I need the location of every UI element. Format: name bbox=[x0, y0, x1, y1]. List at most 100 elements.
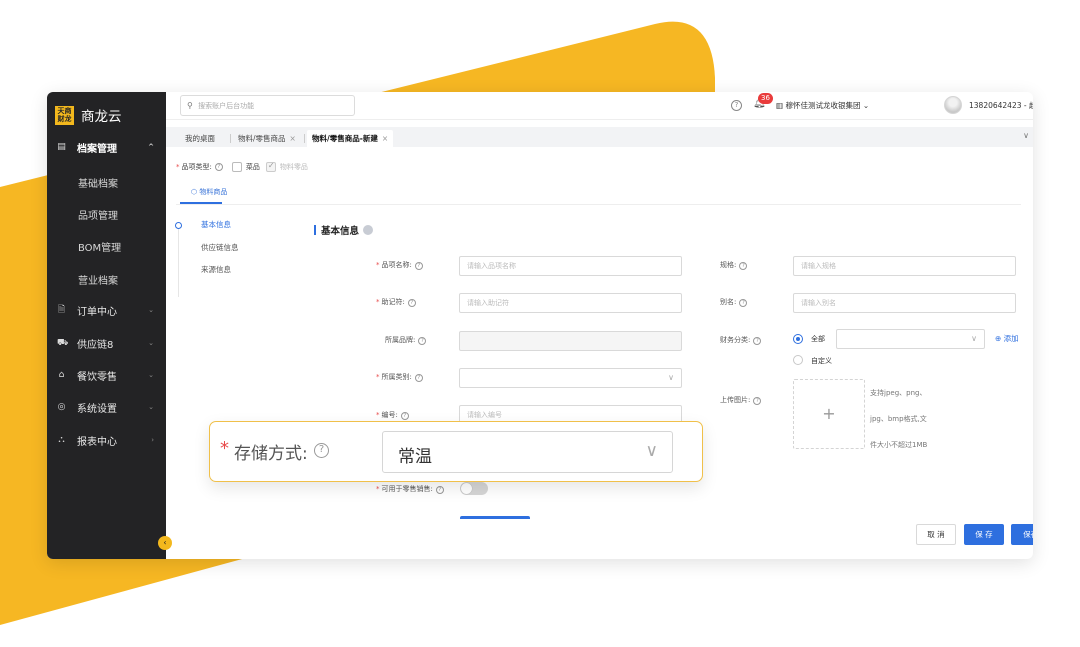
anchor-nav: 基本信息 供应链信息 来源信息 bbox=[175, 219, 268, 297]
plus-icon: + bbox=[822, 404, 836, 423]
sidebar-item-product-mgmt[interactable]: 品项管理 bbox=[78, 207, 118, 222]
save-and-new-button[interactable]: 保存并新建 bbox=[1011, 524, 1033, 545]
notification-badge: 36 bbox=[758, 93, 773, 104]
storage-method-callout: * 存储方式: ? 常温 ∨ bbox=[209, 421, 703, 482]
chevron-up-icon: ^ bbox=[148, 143, 154, 151]
close-icon[interactable]: × bbox=[290, 134, 296, 143]
finance-all-label: 全部 bbox=[811, 335, 825, 343]
image-hint-line: jpg、bmp格式,文 bbox=[870, 415, 927, 423]
section-bar bbox=[314, 225, 316, 235]
tab-label: 物料/零售商品 bbox=[238, 134, 286, 143]
sidebar-group-settings[interactable]: ◎ 系统设置 ⌄ bbox=[47, 391, 166, 423]
chevron-down-icon[interactable]: ∨ bbox=[1023, 131, 1029, 140]
sidebar-group-supply-chain[interactable]: ⛟ 供应链8 ⌄ bbox=[47, 327, 166, 359]
collapse-sidebar-button[interactable]: ‹ bbox=[158, 536, 172, 550]
section-title: 基本信息 bbox=[314, 223, 374, 237]
alias-input[interactable]: 请输入别名 bbox=[793, 293, 1016, 313]
search-input[interactable]: ⚲ 搜索账户后台功能 bbox=[180, 95, 355, 116]
dish-checkbox[interactable] bbox=[231, 162, 242, 172]
sidebar-item-bom-mgmt[interactable]: BOM管理 bbox=[78, 239, 121, 254]
sidebar-item-business-archive[interactable]: 营业档案 bbox=[78, 272, 118, 287]
storage-method-select[interactable]: 常温 ∨ bbox=[382, 431, 673, 473]
spec-input[interactable]: 请输入规格 bbox=[793, 256, 1016, 276]
sidebar-item-basic-archive[interactable]: 基础档案 bbox=[78, 175, 118, 190]
sidebar-group-label: 系统设置 bbox=[77, 403, 117, 415]
chevron-down-icon: ∨ bbox=[645, 441, 658, 461]
help-icon: ? bbox=[214, 163, 223, 171]
dish-label: 菜品 bbox=[245, 163, 260, 171]
store-icon: ⌂ bbox=[58, 369, 65, 380]
tab-label: 我的桌面 bbox=[185, 134, 215, 143]
org-name: 穆怀佳测试龙收银集团 ⌄ bbox=[785, 101, 870, 110]
name-input[interactable]: 请输入品项名称 bbox=[459, 256, 682, 276]
cancel-button[interactable]: 取 消 bbox=[916, 524, 956, 545]
category-select[interactable]: ∨ bbox=[459, 368, 682, 388]
tab-divider bbox=[304, 134, 305, 143]
user-name[interactable]: 13820642423 - 超级管理员 bbox=[969, 100, 1033, 111]
close-icon[interactable]: × bbox=[382, 134, 388, 143]
top-bar: ⚲ 搜索账户后台功能 ? 🔔︎ 36 ▥ 穆怀佳测试龙收银集团 ⌄ 138206… bbox=[166, 92, 1033, 120]
mnemonic-label: * 助记符:? bbox=[376, 297, 419, 307]
tab-label: 物料/零售商品-新建 bbox=[312, 134, 378, 143]
spec-label: 规格:? bbox=[720, 260, 750, 270]
section-title-text: 基本信息 bbox=[321, 226, 360, 237]
tab-materials[interactable]: 物料/零售商品 × bbox=[233, 130, 301, 147]
tab-divider bbox=[230, 134, 231, 143]
product-type-label: 品项类型: bbox=[181, 163, 212, 171]
retail-toggle[interactable] bbox=[460, 482, 488, 495]
finance-all-radio[interactable] bbox=[793, 334, 803, 344]
number-label: * 编号:? bbox=[376, 410, 412, 420]
tab-my-desktop[interactable]: 我的桌面 bbox=[180, 130, 220, 147]
sidebar-group-label: 供应链8 bbox=[77, 339, 114, 351]
alias-label: 别名:? bbox=[720, 297, 750, 307]
sidebar-group-orders[interactable]: 🗎 订单中心 ⌄ bbox=[47, 294, 166, 326]
material-checkbox[interactable] bbox=[265, 161, 276, 172]
image-label: 上传图片:? bbox=[720, 395, 764, 405]
brand-input bbox=[459, 331, 682, 351]
sidebar-group-label: 报表中心 bbox=[77, 436, 117, 448]
sidebar: 天商 财龙 商龙云 ▤ 档案管理 ^ 基础档案 品项管理 BOM管理 营业档案 … bbox=[47, 92, 166, 559]
finance-select[interactable]: ∨ bbox=[836, 329, 985, 349]
tab-material-goods[interactable]: ⬡ 物料商品 bbox=[191, 187, 227, 197]
image-hint: 支持jpeg、png、 jpg、bmp格式,文 件大小不超过1MB bbox=[870, 380, 927, 458]
image-hint-line: 支持jpeg、png、 bbox=[870, 389, 927, 397]
search-icon: ⚲ bbox=[187, 101, 193, 110]
mnemonic-input[interactable]: 请输入助记符 bbox=[459, 293, 682, 313]
stage: 天商 财龙 商龙云 ▤ 档案管理 ^ 基础档案 品项管理 BOM管理 营业档案 … bbox=[0, 0, 1080, 647]
finance-custom-radio[interactable] bbox=[793, 355, 803, 365]
sidebar-group-reports[interactable]: ⛬ 报表中心 › bbox=[47, 424, 166, 456]
chevron-down-icon: ⌄ bbox=[148, 306, 154, 314]
search-placeholder: 搜索账户后台功能 bbox=[198, 102, 255, 110]
anchor-source-info[interactable]: 来源信息 bbox=[201, 264, 231, 275]
anchor-basic-info[interactable]: 基本信息 bbox=[201, 219, 231, 230]
sidebar-group-label: 餐饮零售 bbox=[77, 371, 117, 383]
avatar[interactable] bbox=[944, 96, 962, 114]
logo: 天商 财龙 商龙云 bbox=[55, 102, 122, 128]
tab-bar: 我的桌面 物料/零售商品 × 物料/零售商品-新建 × ∨ bbox=[166, 127, 1033, 147]
sidebar-group-retail[interactable]: ⌂ 餐饮零售 ⌄ bbox=[47, 359, 166, 391]
archive-icon: ▤ bbox=[57, 141, 66, 152]
main-content: * 品项类型: ? 菜品 物料零品 ⬡ 物料商品 基本信息 供应链信息 来源信息 bbox=[166, 147, 1033, 559]
brand-label: 所属品牌:? bbox=[385, 335, 429, 345]
tab-materials-new[interactable]: 物料/零售商品-新建 × bbox=[307, 130, 394, 147]
chevron-down-icon: ∨ bbox=[668, 373, 674, 382]
finance-custom-label: 自定义 bbox=[811, 357, 832, 365]
report-icon: ⛬ bbox=[58, 434, 65, 445]
sidebar-group-archive[interactable]: ▤ 档案管理 ^ bbox=[47, 131, 166, 163]
image-upload[interactable]: + bbox=[793, 379, 865, 449]
add-finance-link[interactable]: ⊕ 添加 bbox=[995, 333, 1019, 344]
anchor-supply-chain[interactable]: 供应链信息 bbox=[201, 242, 239, 253]
app-window: 天商 财龙 商龙云 ▤ 档案管理 ^ 基础档案 品项管理 BOM管理 营业档案 … bbox=[47, 92, 1033, 559]
help-icon: ? bbox=[414, 374, 423, 382]
chevron-down-icon: ⌄ bbox=[148, 339, 154, 347]
org-selector[interactable]: ▥ 穆怀佳测试龙收银集团 ⌄ bbox=[776, 100, 869, 111]
material-label: 物料零品 bbox=[279, 163, 308, 171]
chevron-down-icon: ⌄ bbox=[148, 371, 154, 379]
save-button[interactable]: 保 存 bbox=[964, 524, 1004, 545]
image-hint-line: 件大小不超过1MB bbox=[870, 441, 928, 449]
logo-mark: 天商 财龙 bbox=[55, 105, 74, 125]
help-icon[interactable]: ? bbox=[731, 100, 742, 111]
required-mark: * bbox=[220, 438, 229, 459]
logo-mark-line2: 财龙 bbox=[57, 115, 72, 123]
help-icon: ? bbox=[739, 299, 748, 307]
